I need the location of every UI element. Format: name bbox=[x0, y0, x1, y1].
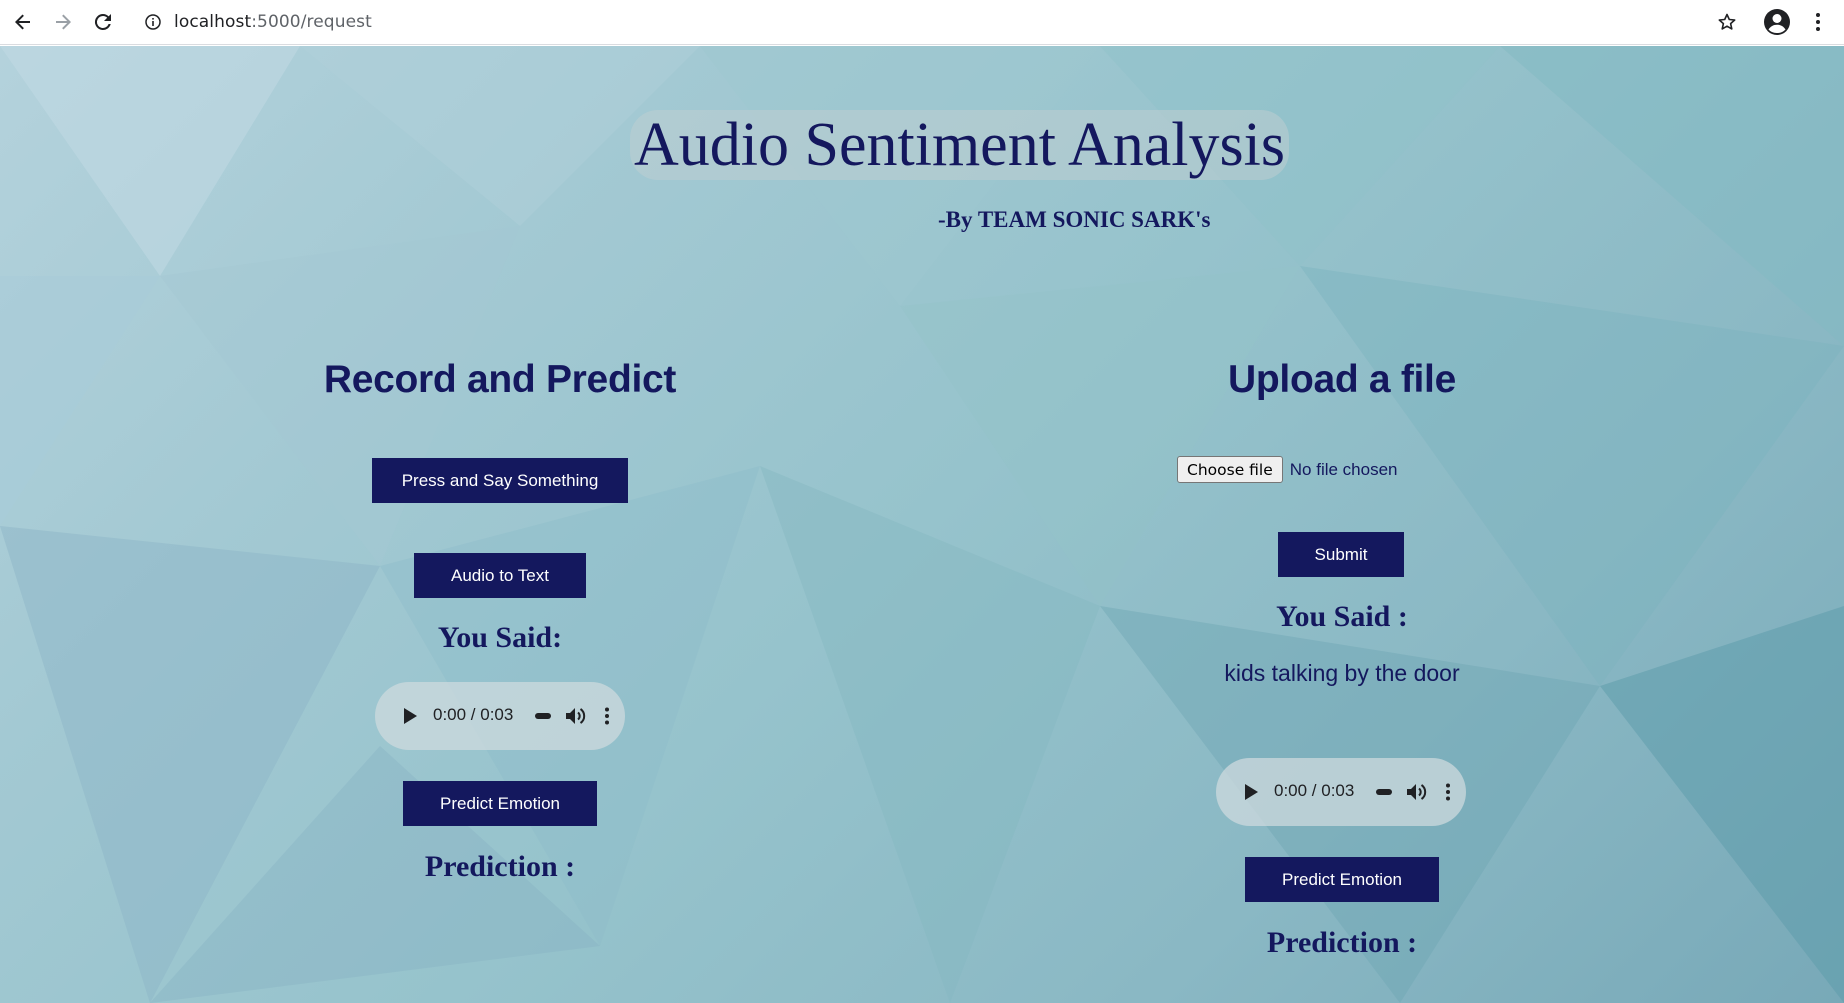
forward-button[interactable] bbox=[48, 7, 78, 37]
address-bar[interactable]: localhost:5000/request bbox=[132, 5, 1752, 39]
reload-icon bbox=[94, 13, 111, 30]
star-icon bbox=[1718, 13, 1736, 30]
browser-menu-button[interactable] bbox=[1806, 9, 1830, 35]
play-icon bbox=[404, 708, 417, 724]
file-input[interactable]: Choose file No file chosen bbox=[1177, 456, 1398, 483]
profile-button[interactable] bbox=[1762, 7, 1792, 37]
kebab-menu-icon bbox=[1816, 13, 1820, 31]
volume-icon bbox=[566, 708, 586, 724]
url-host: localhost bbox=[174, 12, 252, 32]
url-path: :5000/request bbox=[251, 12, 372, 32]
audio-more-icon bbox=[605, 707, 609, 725]
upload-you-said-label: You Said : bbox=[1276, 600, 1408, 633]
volume-button[interactable] bbox=[1406, 781, 1428, 803]
upload-prediction-label: Prediction : bbox=[1266, 926, 1418, 959]
upload-heading: Upload a file bbox=[1228, 358, 1456, 401]
choose-file-button[interactable]: Choose file bbox=[1177, 456, 1283, 483]
page-body: Audio Sentiment Analysis -By TEAM SONIC … bbox=[0, 46, 1844, 1003]
record-button[interactable]: Press and Say Something bbox=[372, 458, 628, 503]
audio-time: 0:00 / 0:03 bbox=[1274, 781, 1355, 800]
play-button[interactable] bbox=[1242, 782, 1260, 802]
browser-toolbar: localhost:5000/request bbox=[0, 0, 1844, 45]
page-title: Audio Sentiment Analysis bbox=[630, 110, 1289, 180]
back-button[interactable] bbox=[8, 7, 38, 37]
forward-icon bbox=[56, 14, 71, 30]
you-said-label: You Said: bbox=[437, 621, 563, 654]
audio-to-text-button[interactable]: Audio to Text bbox=[414, 553, 586, 598]
volume-button[interactable] bbox=[565, 705, 587, 727]
team-byline: -By TEAM SONIC SARK's bbox=[938, 207, 1211, 232]
audio-time: 0:00 / 0:03 bbox=[433, 705, 514, 724]
prediction-label: Prediction : bbox=[424, 850, 576, 883]
record-heading: Record and Predict bbox=[323, 358, 677, 401]
volume-icon bbox=[1407, 784, 1427, 800]
reload-button[interactable] bbox=[88, 7, 118, 37]
uploaded-audio-player[interactable]: 0:00 / 0:03 bbox=[1216, 758, 1466, 826]
audio-options-button[interactable] bbox=[1443, 780, 1453, 804]
audio-options-button[interactable] bbox=[602, 704, 612, 728]
play-icon bbox=[1245, 784, 1258, 800]
recorded-audio-player[interactable]: 0:00 / 0:03 bbox=[375, 682, 625, 750]
transcript-text: kids talking by the door bbox=[1224, 660, 1460, 686]
title-container: Audio Sentiment Analysis bbox=[0, 110, 1844, 180]
audio-seek-bar[interactable] bbox=[1376, 789, 1392, 795]
no-file-chosen-text: No file chosen bbox=[1289, 459, 1398, 479]
submit-button[interactable]: Submit bbox=[1278, 532, 1404, 577]
back-icon bbox=[15, 14, 30, 30]
audio-seek-bar[interactable] bbox=[535, 713, 551, 719]
info-icon[interactable] bbox=[144, 13, 162, 31]
url-text: localhost:5000/request bbox=[174, 12, 372, 32]
bookmark-button[interactable] bbox=[1714, 9, 1740, 35]
upload-predict-emotion-button[interactable]: Predict Emotion bbox=[1245, 857, 1439, 902]
account-icon bbox=[1764, 9, 1790, 35]
audio-more-icon bbox=[1446, 783, 1450, 801]
play-button[interactable] bbox=[401, 706, 419, 726]
predict-emotion-button[interactable]: Predict Emotion bbox=[403, 781, 597, 826]
